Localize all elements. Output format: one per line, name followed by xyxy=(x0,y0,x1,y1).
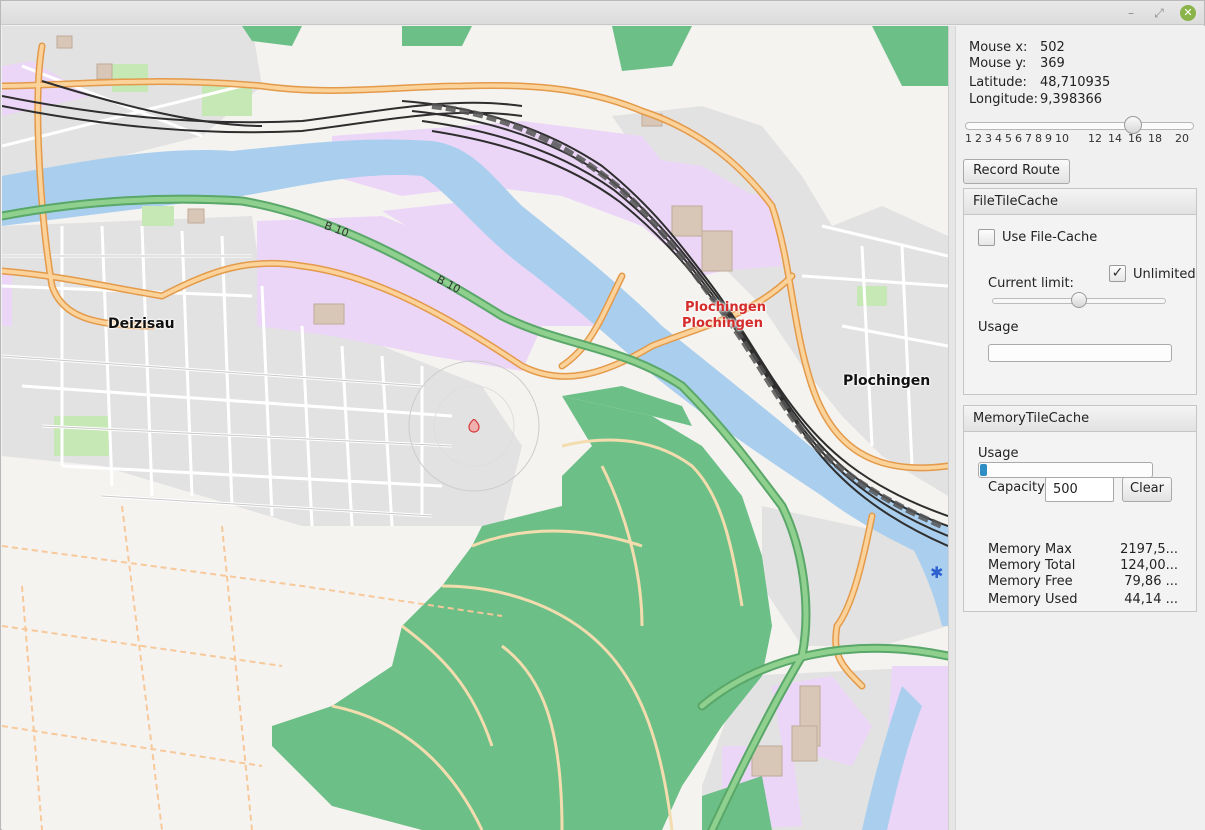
mouse-y-value: 369 xyxy=(1040,56,1065,71)
station-label-plochingen-2: Plochingen xyxy=(682,316,763,331)
map-viewer[interactable]: ✱ Deizisau Plochingen Plochingen Plochin… xyxy=(2,26,948,830)
memory-stat-value: 124,00... xyxy=(1120,558,1178,573)
file-tile-cache-title: FileTileCache xyxy=(964,189,1196,215)
use-file-cache-label: Use File-Cache xyxy=(1002,230,1098,245)
unlimited-label: Unlimited xyxy=(1133,267,1196,282)
memory-stat-row: Memory Free 79,86 ... xyxy=(988,574,1178,590)
mouse-x-row: Mouse x: 502 xyxy=(969,40,1065,56)
memory-stat-row: Memory Max 2197,5... xyxy=(988,542,1178,558)
zoom-tick-label: 10 xyxy=(1055,132,1069,145)
record-route-button[interactable]: Record Route xyxy=(963,159,1070,184)
minimize-button[interactable]: – xyxy=(1123,5,1139,21)
place-label-deizisau: Deizisau xyxy=(108,316,175,332)
memory-stat-label: Memory Total xyxy=(988,558,1076,573)
memory-tile-cache-group: MemoryTileCache Usage Capacity 500 Clear… xyxy=(963,405,1197,612)
memory-cache-usage-bar xyxy=(978,462,1153,478)
memory-stat-value: 44,14 ... xyxy=(1124,592,1178,607)
memory-tile-cache-title: MemoryTileCache xyxy=(964,406,1196,432)
latitude-value: 48,710935 xyxy=(1040,75,1111,90)
mouse-y-row: Mouse y: 369 xyxy=(969,56,1065,72)
zoom-tick-label: 14 xyxy=(1108,132,1122,145)
zoom-tick-label: 20 xyxy=(1175,132,1189,145)
capacity-input[interactable]: 500 xyxy=(1045,477,1114,502)
mouse-x-label: Mouse x: xyxy=(969,40,1028,55)
close-button[interactable]: ✕ xyxy=(1180,5,1196,21)
zoom-tick-label: 2 xyxy=(975,132,982,145)
zoom-tick-label: 12 xyxy=(1088,132,1102,145)
file-cache-usage-label: Usage xyxy=(978,320,1019,335)
memory-stat-value: 79,86 ... xyxy=(1124,574,1178,589)
zoom-tick-label: 5 xyxy=(1005,132,1012,145)
current-limit-label: Current limit: xyxy=(988,276,1074,291)
zoom-tick-label: 16 xyxy=(1128,132,1142,145)
longitude-label: Longitude: xyxy=(969,92,1039,107)
file-cache-usage-bar xyxy=(988,344,1172,362)
poi-asterisk-icon: ✱ xyxy=(930,563,944,582)
use-file-cache-checkbox[interactable] xyxy=(978,229,995,246)
capacity-label: Capacity xyxy=(988,480,1045,495)
place-label-plochingen: Plochingen xyxy=(843,373,931,389)
location-marker-icon[interactable] xyxy=(468,419,480,433)
latitude-row: Latitude: 48,710935 xyxy=(969,75,1110,91)
memory-cache-usage-fill xyxy=(980,464,987,476)
memory-stat-label: Memory Free xyxy=(988,574,1073,589)
zoom-tick-label: 8 xyxy=(1035,132,1042,145)
memory-stat-row: Memory Total 124,00... xyxy=(988,558,1178,574)
unlimited-checkbox[interactable]: ✓ xyxy=(1109,265,1126,282)
title-bar: – ⤢ ✕ xyxy=(1,1,1204,25)
zoom-tick-label: 18 xyxy=(1148,132,1162,145)
split-pane-divider[interactable] xyxy=(948,26,956,830)
zoom-tick-label: 3 xyxy=(985,132,992,145)
zoom-tick-label: 1 xyxy=(965,132,972,145)
memory-stat-label: Memory Max xyxy=(988,542,1072,557)
maximize-button[interactable]: ⤢ xyxy=(1151,5,1167,21)
zoom-tick-label: 9 xyxy=(1045,132,1052,145)
memory-stat-label: Memory Used xyxy=(988,592,1078,607)
clear-cache-button[interactable]: Clear xyxy=(1122,477,1172,502)
mouse-y-label: Mouse y: xyxy=(969,56,1027,71)
control-panel: Mouse x: 502 Mouse y: 369 Latitude: 48,7… xyxy=(956,26,1205,830)
zoom-tick-label: 6 xyxy=(1015,132,1022,145)
station-label-plochingen-1: Plochingen xyxy=(685,300,766,315)
memory-stat-row: Memory Used 44,14 ... xyxy=(988,592,1178,608)
longitude-row: Longitude: 9,398366 xyxy=(969,92,1102,108)
zoom-tick-label: 4 xyxy=(995,132,1002,145)
zoom-tick-label: 7 xyxy=(1025,132,1032,145)
mouse-x-value: 502 xyxy=(1040,40,1065,55)
application-window: – ⤢ ✕ ✱ Deizisau Plochingen Plochingen P… xyxy=(0,0,1205,830)
latitude-label: Latitude: xyxy=(969,75,1027,90)
longitude-value: 9,398366 xyxy=(1040,92,1103,107)
zoom-slider-track[interactable] xyxy=(965,122,1194,130)
memory-cache-usage-label: Usage xyxy=(978,446,1019,461)
memory-stat-value: 2197,5... xyxy=(1120,542,1178,557)
cache-limit-slider-thumb[interactable] xyxy=(1071,292,1087,308)
file-tile-cache-group: FileTileCache Use File-Cache ✓ Unlimited… xyxy=(963,188,1197,395)
